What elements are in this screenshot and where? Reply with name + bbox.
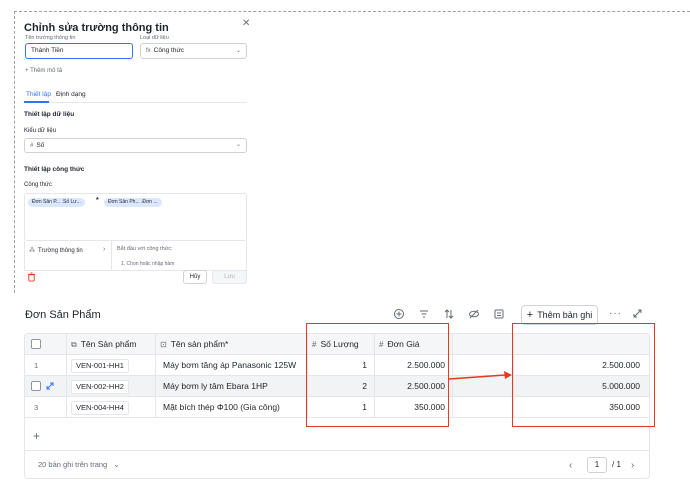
formula-hint-title: Bắt đầu với công thức: bbox=[117, 246, 173, 252]
tab-setup[interactable]: Thiết lập bbox=[26, 91, 51, 98]
table-title: Đơn Sản Phẩm bbox=[25, 309, 101, 321]
formula-token-price[interactable]: Đơn Sản Ph... .Đơn ... bbox=[104, 198, 162, 207]
fields-panel-label: Trường thông tin bbox=[38, 248, 83, 254]
active-tab-indicator bbox=[24, 101, 49, 103]
dialog-tabs: Thiết lập Định dạng bbox=[24, 91, 247, 103]
trash-icon[interactable] bbox=[27, 272, 36, 282]
formula-icon: fx bbox=[146, 48, 151, 54]
add-record-button[interactable]: + Thêm bản ghi bbox=[521, 305, 598, 325]
data-kind-value: Số bbox=[36, 142, 45, 149]
row-height-icon[interactable] bbox=[493, 308, 505, 320]
add-record-label: Thêm bản ghi bbox=[537, 310, 593, 320]
product-code-chip[interactable]: VEN-001-HH1 bbox=[71, 359, 129, 373]
data-type-select[interactable]: fx Công thức ⌄ bbox=[140, 43, 247, 59]
product-code-cell[interactable]: VEN-002-HH2 bbox=[71, 376, 155, 397]
data-setup-title: Thiết lập dữ liệu bbox=[24, 111, 75, 118]
add-circle-icon[interactable] bbox=[393, 308, 405, 320]
more-options-icon[interactable]: ··· bbox=[609, 308, 622, 319]
annotation-arrow bbox=[449, 371, 512, 380]
per-page-select[interactable]: 20 bản ghi trên trang ⌄ bbox=[38, 460, 120, 469]
column-divider bbox=[66, 334, 67, 418]
hide-fields-icon[interactable] bbox=[468, 308, 480, 320]
data-kind-label: Kiểu dữ liệu bbox=[24, 128, 57, 134]
tab-format[interactable]: Định dạng bbox=[56, 91, 86, 98]
dashed-frame-top bbox=[14, 11, 690, 12]
col-header-product-link[interactable]: ⧉ Tên Sản phẩm bbox=[71, 334, 155, 355]
col-header-label: Tên Sản phẩm bbox=[80, 339, 137, 349]
data-type-label: Loại dữ liệu bbox=[140, 35, 169, 41]
data-type-value: Công thức bbox=[153, 47, 185, 54]
expand-row-icon[interactable] bbox=[45, 381, 55, 391]
chevron-down-icon: ⌄ bbox=[235, 48, 241, 54]
edit-field-dialog: Chỉnh sửa trường thông tin ✕ Tên trường … bbox=[16, 13, 256, 291]
column-divider bbox=[155, 334, 156, 418]
data-kind-select[interactable]: # Số ⌄ bbox=[24, 138, 247, 153]
table-footer: 20 bản ghi trên trang ⌄ ‹ 1 / 1 › bbox=[25, 450, 649, 478]
formula-icon: ⊡ bbox=[160, 340, 167, 349]
helper-divider bbox=[111, 241, 112, 270]
formula-helper-panel: ⁂ Trường thông tin › Bắt đầu với công thứ… bbox=[24, 241, 247, 271]
product-code-cell[interactable]: VEN-001-HH1 bbox=[71, 355, 155, 376]
formula-setup-title: Thiết lập công thức bbox=[24, 166, 85, 173]
product-code-cell[interactable]: VEN-004-HH4 bbox=[71, 397, 155, 418]
product-name-cell[interactable]: Máy bơm ly tâm Ebara 1HP bbox=[163, 376, 309, 397]
dialog-title: Chỉnh sửa trường thông tin bbox=[24, 22, 169, 34]
field-name-label: Tên trường thông tin bbox=[25, 35, 76, 41]
field-list-icon: ⁂ bbox=[29, 248, 35, 254]
filter-icon[interactable] bbox=[418, 308, 430, 320]
expand-icon[interactable] bbox=[632, 308, 643, 319]
product-code-chip[interactable]: VEN-004-HH4 bbox=[71, 401, 129, 415]
plus-icon: + bbox=[526, 309, 534, 321]
col-header-label: Tên sản phẩm* bbox=[170, 339, 229, 349]
product-code-chip[interactable]: VEN-002-HH2 bbox=[71, 380, 129, 394]
close-icon[interactable]: ✕ bbox=[242, 18, 250, 29]
per-page-label: 20 bản ghi trên trang bbox=[38, 460, 108, 469]
product-name-cell[interactable]: Máy bơm tăng áp Panasonic 125W bbox=[163, 355, 309, 376]
formula-label: Công thức bbox=[24, 182, 53, 188]
formula-token-qty[interactable]: Đơn Sản P... .Số Lư... bbox=[28, 198, 85, 207]
page-total: / 1 bbox=[612, 460, 621, 469]
select-all-checkbox[interactable] bbox=[31, 339, 41, 349]
product-name-cell[interactable]: Mặt bích thép Φ100 (Gia công) bbox=[163, 397, 309, 418]
row-index: 3 bbox=[34, 403, 39, 412]
link-icon: ⧉ bbox=[71, 340, 77, 349]
chevron-down-icon: ⌄ bbox=[113, 460, 120, 469]
prev-page-icon[interactable]: ‹ bbox=[569, 460, 572, 471]
row-index: 1 bbox=[34, 361, 39, 370]
formula-editor[interactable]: Đơn Sản P... .Số Lư... * Đơn Sản Ph... .… bbox=[24, 193, 247, 241]
page-input[interactable]: 1 bbox=[587, 457, 607, 473]
add-row-button[interactable]: + bbox=[33, 429, 40, 443]
fields-panel-toggle[interactable]: ⁂ Trường thông tin bbox=[29, 247, 83, 254]
annotation-box-source bbox=[306, 323, 449, 427]
next-page-icon[interactable]: › bbox=[631, 460, 634, 471]
formula-operator: * bbox=[96, 197, 99, 204]
number-icon: # bbox=[30, 143, 34, 149]
sort-icon[interactable] bbox=[443, 308, 455, 320]
cancel-button[interactable]: Hủy bbox=[183, 270, 207, 284]
row-checkbox[interactable] bbox=[31, 381, 41, 391]
dashed-frame-left bbox=[14, 11, 15, 293]
chevron-right-icon[interactable]: › bbox=[103, 246, 105, 253]
annotation-box-result bbox=[512, 323, 655, 427]
save-button[interactable]: Lưu bbox=[212, 270, 247, 284]
formula-hint-step: 1. Chọn hoặc nhập hàm bbox=[121, 261, 175, 267]
field-name-input[interactable]: Thành Tiền bbox=[25, 43, 133, 59]
chevron-down-icon: ⌄ bbox=[235, 142, 241, 148]
add-description-link[interactable]: + Thêm mô tả bbox=[25, 68, 62, 74]
col-header-product-name[interactable]: ⊡ Tên sản phẩm* bbox=[160, 334, 306, 355]
